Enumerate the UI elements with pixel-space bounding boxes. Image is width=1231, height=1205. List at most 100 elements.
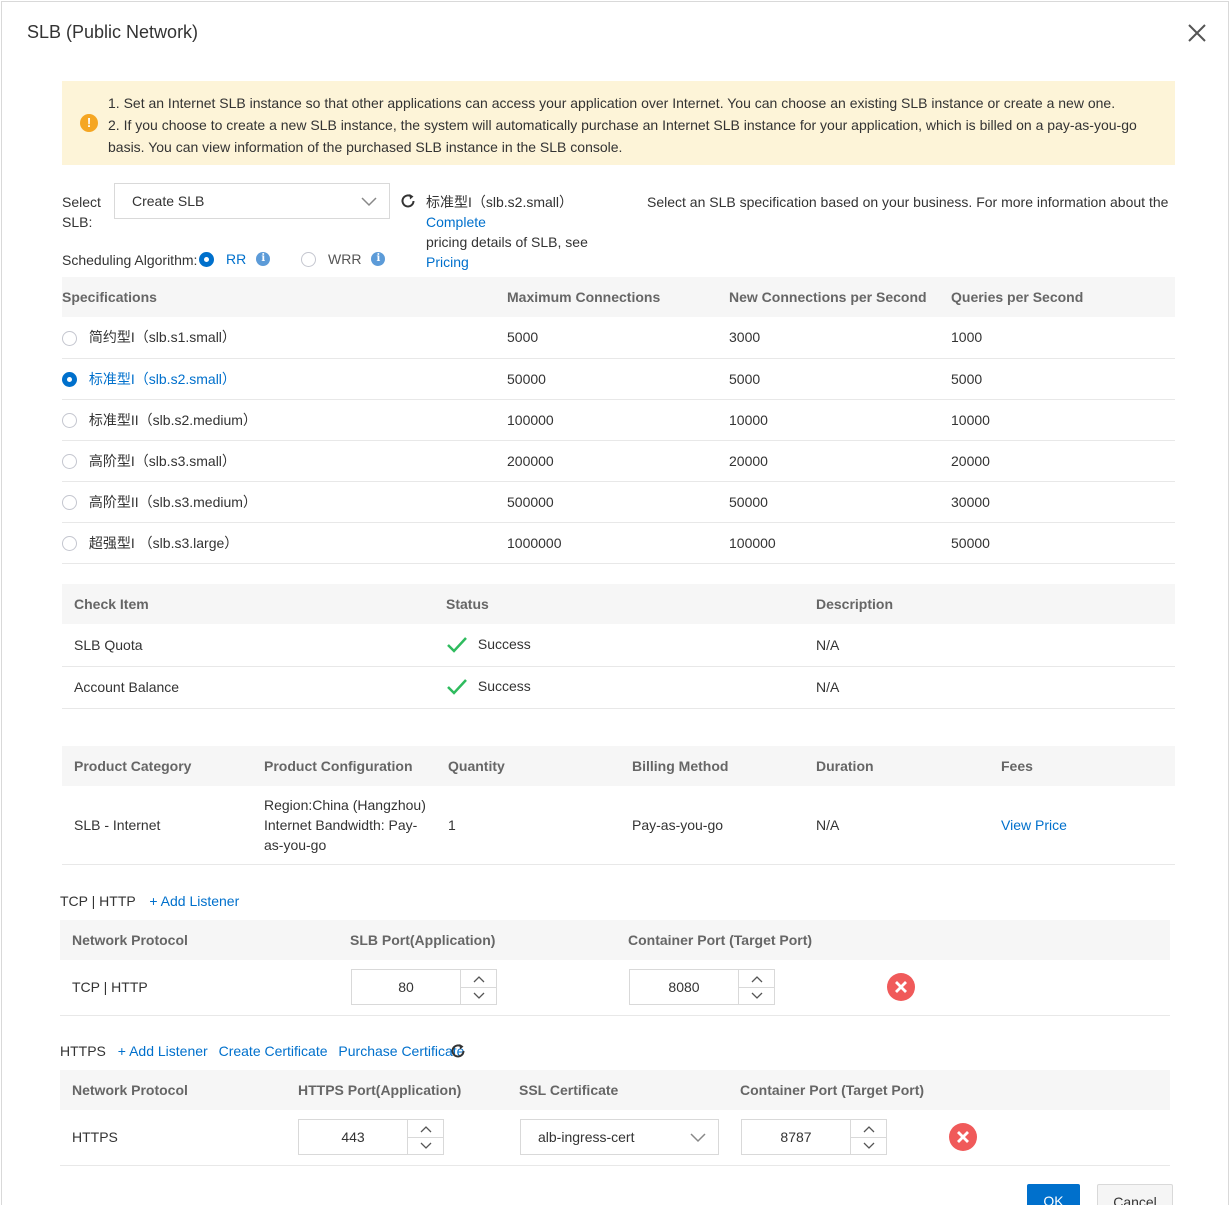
max-connections: 500000 <box>507 481 729 523</box>
ok-button[interactable]: OK <box>1027 1184 1080 1205</box>
billing-table: Product Category Product Configuration Q… <box>62 746 1175 865</box>
category-header: Product Category <box>62 746 252 786</box>
container-port-value[interactable]: 8080 <box>630 970 738 1004</box>
https-port-value[interactable]: 443 <box>299 1120 407 1154</box>
spec-radio[interactable] <box>62 495 77 511</box>
notice-line-1: 1. Set an Internet SLB instance so that … <box>108 95 1116 111</box>
qps: 10000 <box>951 399 1175 441</box>
slb-port-stepper[interactable]: 80 <box>351 969 497 1006</box>
create-certificate-link[interactable]: Create Certificate <box>219 1043 328 1059</box>
refresh-icon[interactable] <box>449 1042 467 1060</box>
info-icon[interactable]: i <box>371 252 386 266</box>
chevron-down-icon <box>473 992 484 999</box>
decrement-button[interactable] <box>461 988 496 1005</box>
increment-button[interactable] <box>851 1120 886 1138</box>
select-slb-label: Select SLB: <box>62 194 101 230</box>
status-cell: Success <box>434 666 804 709</box>
spec-name: 高阶型II（slb.s3.medium） <box>88 493 257 510</box>
scheduling-rr-option[interactable]: RR i <box>199 251 271 267</box>
slb-dialog: SLB (Public Network) ! 1. Set an Interne… <box>1 1 1229 1205</box>
container-port-stepper[interactable]: 8080 <box>629 969 775 1006</box>
spec-row[interactable]: 简约型I（slb.s1.small） 5000 3000 1000 <box>62 317 1175 359</box>
table-row: Account Balance Success N/A <box>62 666 1175 709</box>
check-item: SLB Quota <box>62 624 434 667</box>
rr-radio[interactable] <box>199 251 214 267</box>
status-header: Status <box>434 584 804 624</box>
refresh-icon[interactable] <box>399 192 417 210</box>
increment-button[interactable] <box>408 1120 443 1138</box>
container-port-stepper[interactable]: 8787 <box>741 1119 887 1156</box>
product-category: SLB - Internet <box>62 786 252 865</box>
quantity: 1 <box>436 786 620 865</box>
max-connections-header: Maximum Connections <box>507 277 729 317</box>
close-icon[interactable] <box>1186 22 1208 44</box>
spec-row[interactable]: 高阶型I（slb.s3.small） 200000 20000 20000 <box>62 440 1175 482</box>
selected-spec-info: 标准型I（slb.s2.small） Complete pricing deta… <box>426 192 631 272</box>
https-add-listener-link[interactable]: + Add Listener <box>118 1043 208 1059</box>
https-port-header: HTTPS Port(Application) <box>286 1070 507 1110</box>
https-section-header: HTTPS + Add Listener Create Certificate … <box>60 1041 464 1061</box>
slb-select[interactable]: Create SLB <box>114 183 390 219</box>
container-port-value[interactable]: 8787 <box>742 1120 850 1154</box>
decrement-button[interactable] <box>739 988 774 1005</box>
billing-method-header: Billing Method <box>620 746 804 786</box>
duration: N/A <box>804 786 989 865</box>
max-connections: 1000000 <box>507 522 729 564</box>
protocol: HTTPS <box>60 1110 286 1166</box>
chevron-up-icon <box>420 1125 431 1132</box>
ssl-certificate-select[interactable]: alb-ingress-cert <box>520 1119 719 1156</box>
chevron-down-icon <box>751 992 762 999</box>
quantity-header: Quantity <box>436 746 620 786</box>
protocol-header: Network Protocol <box>60 920 338 960</box>
https-port-stepper[interactable]: 443 <box>298 1119 444 1156</box>
decrement-button[interactable] <box>851 1138 886 1155</box>
decrement-button[interactable] <box>408 1138 443 1155</box>
spec-name: 高阶型I（slb.s3.small） <box>88 452 236 469</box>
increment-button[interactable] <box>461 970 496 988</box>
status-text: Success <box>477 635 531 652</box>
spec-radio[interactable] <box>62 454 77 470</box>
https-section-label: HTTPS <box>60 1043 106 1059</box>
max-connections: 50000 <box>507 358 729 400</box>
container-port-header: Container Port (Target Port) <box>728 1070 959 1110</box>
tcp-add-listener-link[interactable]: + Add Listener <box>149 893 239 909</box>
chevron-down-icon <box>420 1142 431 1149</box>
fees-header: Fees <box>989 746 1175 786</box>
spec-row[interactable]: 超强型I （slb.s3.large） 1000000 100000 50000 <box>62 522 1175 564</box>
warning-icon: ! <box>80 114 98 132</box>
delete-listener-icon[interactable] <box>949 1123 977 1152</box>
spec-name: 简约型I（slb.s1.small） <box>88 329 236 346</box>
protocol: TCP | HTTP <box>60 960 338 1016</box>
new-connections: 100000 <box>729 522 951 564</box>
spec-radio[interactable] <box>62 372 77 388</box>
table-row: SLB - Internet Region:China (Hangzhou) I… <box>62 786 1175 865</box>
table-row: SLB Quota Success N/A <box>62 624 1175 667</box>
billing-method: Pay-as-you-go <box>620 786 804 865</box>
spec-row[interactable]: 标准型II（slb.s2.medium） 100000 10000 10000 <box>62 399 1175 441</box>
pricing-link[interactable]: Pricing <box>426 254 469 270</box>
wrr-radio[interactable] <box>301 251 316 267</box>
delete-listener-icon[interactable] <box>887 973 915 1002</box>
info-icon[interactable]: i <box>256 252 271 266</box>
cancel-button[interactable]: Cancel <box>1097 1184 1173 1205</box>
spec-radio[interactable] <box>62 413 77 429</box>
ssl-certificate-header: SSL Certificate <box>507 1070 728 1110</box>
purchase-certificate-link[interactable]: Purchase Certificate <box>338 1043 464 1059</box>
spec-row[interactable]: 高阶型II（slb.s3.medium） 500000 50000 30000 <box>62 481 1175 523</box>
qps: 30000 <box>951 481 1175 523</box>
notice-banner: ! 1. Set an Internet SLB instance so tha… <box>62 81 1175 165</box>
slb-port-value[interactable]: 80 <box>352 970 460 1004</box>
protocol-header: Network Protocol <box>60 1070 286 1110</box>
spec-name: 超强型I （slb.s3.large） <box>88 534 239 551</box>
view-price-link[interactable]: View Price <box>1001 817 1067 833</box>
qps-header: Queries per Second <box>951 277 1175 317</box>
chevron-up-icon <box>863 1125 874 1132</box>
configuration-header: Product Configuration <box>252 746 436 786</box>
spec-radio[interactable] <box>62 536 77 552</box>
complete-link[interactable]: Complete <box>426 214 486 230</box>
spec-radio[interactable] <box>62 331 77 347</box>
spec-row-selected[interactable]: 标准型I（slb.s2.small） 50000 5000 5000 <box>62 358 1175 400</box>
increment-button[interactable] <box>739 970 774 988</box>
new-connections: 5000 <box>729 358 951 400</box>
scheduling-wrr-option[interactable]: WRR i <box>301 251 386 267</box>
